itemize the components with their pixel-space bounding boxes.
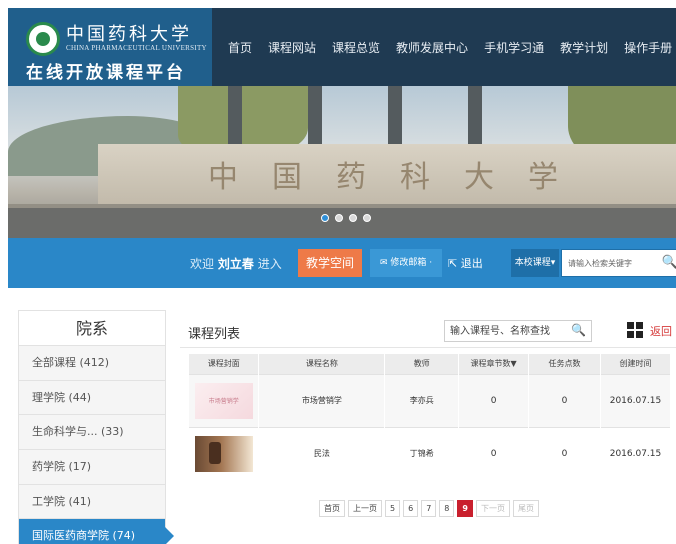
course-teacher: 李亦兵 xyxy=(384,373,460,427)
banner-pillar xyxy=(228,86,242,146)
search-scope-select[interactable]: 本校课程▾ xyxy=(511,249,559,277)
department-item-pharmacy[interactable]: 药学院 (17) xyxy=(19,450,165,485)
university-logo[interactable]: 中国药科大学 CHINA PHARMACEUTICAL UNIVERSITY 在… xyxy=(8,8,212,86)
nav-item-course-sites[interactable]: 课程网站 xyxy=(260,39,324,56)
pagination-last[interactable]: 尾页 xyxy=(512,500,539,517)
search-icon[interactable]: 🔍 xyxy=(662,255,676,270)
carousel-dot[interactable] xyxy=(335,214,343,222)
course-name[interactable]: 民法 xyxy=(258,426,386,480)
course-cover-image[interactable] xyxy=(194,435,253,472)
nav-item-manual[interactable]: 操作手册 xyxy=(616,39,676,56)
course-teacher: 丁锦希 xyxy=(384,426,460,480)
change-email-button[interactable]: ✉ 修改邮箱 · xyxy=(370,249,442,277)
enter-label: 进入 xyxy=(257,257,282,271)
pagination-page[interactable]: 6 xyxy=(403,500,419,517)
course-created: 2016.07.15 xyxy=(600,373,672,427)
course-cover-image[interactable]: 市场营销学 xyxy=(194,382,253,419)
course-created: 2016.07.15 xyxy=(600,426,672,480)
university-name-cn: 中国药科大学 xyxy=(66,24,192,45)
course-tasks: 0 xyxy=(528,373,601,427)
banner-wall-inscription: 中国药科大学 xyxy=(208,160,592,195)
pagination-page[interactable]: 7 xyxy=(421,500,437,517)
column-header-tasks: 任务点数 xyxy=(528,354,601,374)
sidebar-title: 院系 xyxy=(19,311,165,346)
column-header-name: 课程名称 xyxy=(258,354,386,374)
user-name[interactable]: 刘立春 xyxy=(218,257,254,271)
main-nav: 首页 课程网站 课程总览 教师发展中心 手机学习通 教学计划 操作手册 公 xyxy=(220,8,676,86)
course-list-panel: 课程列表 🔍 返回 课程封面 课程名称 教师 课程章节数▼ 任务点数 创建时间 … xyxy=(180,310,676,544)
university-seal-icon xyxy=(26,22,60,56)
course-name[interactable]: 市场营销学 xyxy=(258,373,386,427)
course-cover[interactable] xyxy=(189,426,260,480)
welcome-label: 欢迎 xyxy=(190,257,215,271)
banner-pillar xyxy=(388,86,402,146)
column-header-created: 创建时间 xyxy=(600,354,672,374)
table-row[interactable]: 市场营销学 市场营销学 李亦兵 0 0 2016.07.15 xyxy=(189,373,672,427)
pagination-prev[interactable]: 上一页 xyxy=(348,500,382,517)
table-row[interactable]: 民法 丁锦希 0 0 2016.07.15 xyxy=(189,426,672,480)
banner-pillar xyxy=(468,86,482,146)
department-item-business[interactable]: 国际医药商学院 (74) xyxy=(19,519,174,544)
pagination: 首页 上一页 5 6 7 8 9 下一页 尾页 xyxy=(319,500,539,517)
carousel-dots xyxy=(321,214,371,222)
user-bar: 欢迎 刘立春 进入 教学空间 ✉ 修改邮箱 · ⇱ 退出 本校课程▾ 🔍 xyxy=(8,238,676,288)
welcome-text: 欢迎 刘立春 进入 xyxy=(190,255,282,272)
back-link[interactable]: 返回 xyxy=(650,323,672,339)
pagination-first[interactable]: 首页 xyxy=(319,500,345,517)
university-name-en: CHINA PHARMACEUTICAL UNIVERSITY xyxy=(66,44,207,52)
nav-item-mobile-learning[interactable]: 手机学习通 xyxy=(476,39,552,56)
divider xyxy=(180,347,676,348)
logout-link[interactable]: ⇱ 退出 xyxy=(448,255,483,271)
logout-label: 退出 xyxy=(460,257,483,270)
site-search: 🔍 xyxy=(561,249,676,277)
course-chapters: 0 xyxy=(458,373,530,427)
department-item-all[interactable]: 全部课程 (412) xyxy=(19,346,165,381)
department-item-science[interactable]: 理学院 (44) xyxy=(19,380,165,416)
search-icon[interactable]: 🔍 xyxy=(571,323,586,337)
carousel-dot[interactable] xyxy=(363,214,371,222)
site-search-input[interactable] xyxy=(562,250,658,276)
department-item-life-science[interactable]: 生命科学与... (33) xyxy=(19,415,165,451)
column-header-cover: 课程封面 xyxy=(189,354,260,374)
platform-title: 在线开放课程平台 xyxy=(26,63,186,83)
pagination-page[interactable]: 5 xyxy=(385,500,401,517)
course-search: 🔍 xyxy=(444,320,592,342)
column-header-teacher: 教师 xyxy=(384,354,460,374)
nav-item-course-overview[interactable]: 课程总览 xyxy=(324,39,388,56)
course-cover-caption: 市场营销学 xyxy=(208,398,239,405)
department-item-engineering[interactable]: 工学院 (41) xyxy=(19,484,165,520)
pagination-page[interactable]: 8 xyxy=(439,500,455,517)
course-cover[interactable]: 市场营销学 xyxy=(189,373,260,427)
nav-item-teacher-center[interactable]: 教师发展中心 xyxy=(388,39,476,56)
banner-road-edge xyxy=(8,204,676,208)
course-tasks: 0 xyxy=(528,426,601,480)
course-chapters: 0 xyxy=(458,426,530,480)
teaching-space-button[interactable]: 教学空间 xyxy=(298,249,362,277)
page-title: 课程列表 xyxy=(188,327,241,342)
carousel-dot[interactable] xyxy=(321,214,329,222)
nav-item-home[interactable]: 首页 xyxy=(220,39,260,56)
carousel-dot[interactable] xyxy=(349,214,357,222)
logout-icon: ⇱ xyxy=(448,257,461,270)
course-table: 课程封面 课程名称 教师 课程章节数▼ 任务点数 创建时间 市场营销学 市场营销… xyxy=(189,354,672,480)
banner-pillar xyxy=(308,86,322,146)
course-search-input[interactable] xyxy=(445,321,567,341)
column-header-chapters[interactable]: 课程章节数▼ xyxy=(458,354,530,374)
nav-item-teaching-plan[interactable]: 教学计划 xyxy=(552,39,616,56)
table-header-row: 课程封面 课程名称 教师 课程章节数▼ 任务点数 创建时间 xyxy=(189,354,672,374)
pagination-page-current[interactable]: 9 xyxy=(457,500,473,517)
pagination-next[interactable]: 下一页 xyxy=(475,500,510,517)
grid-view-icon[interactable] xyxy=(627,322,643,338)
top-navbar: 中国药科大学 CHINA PHARMACEUTICAL UNIVERSITY 在… xyxy=(8,8,676,86)
department-sidebar: 院系 全部课程 (412) 理学院 (44) 生命科学与... (33) 药学院… xyxy=(18,310,174,544)
